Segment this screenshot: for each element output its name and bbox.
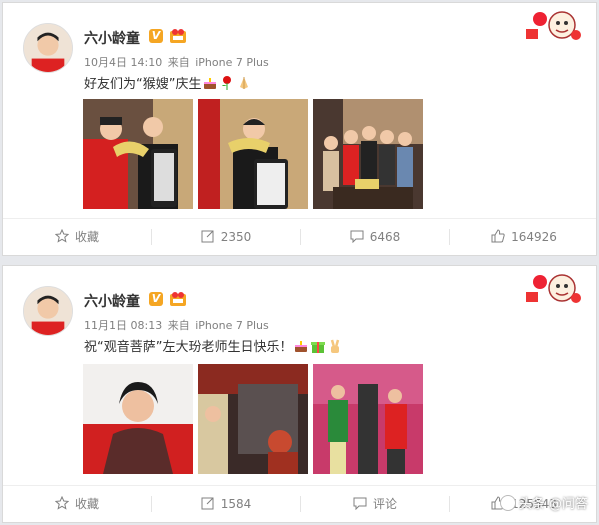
source-prefix: 来自 [167,319,190,332]
toutiao-logo-icon [499,495,516,511]
favorite-label: 收藏 [74,230,99,244]
repost-icon [201,230,214,243]
prayer-hands-icon [240,77,249,89]
repost-button[interactable]: 2350 [152,219,300,255]
repost-button[interactable]: 1584 [152,486,300,522]
post-date[interactable]: 10月4日 14:10 [84,56,162,69]
post-text: 祝“观音菩萨”左大玢老师生日快乐！ [84,336,343,355]
comment-count: 6468 [369,230,401,244]
rose-icon [222,76,232,90]
repost-count: 2350 [220,230,252,244]
repost-icon [201,497,214,510]
source-device[interactable]: iPhone 7 Plus [195,56,269,69]
comment-button[interactable]: 评论 [301,486,449,522]
verified-badge-icon: V [149,292,163,306]
favorite-button[interactable]: 收藏 [3,486,151,522]
source-device[interactable]: iPhone 7 Plus [195,319,269,332]
thumbs-up-icon [491,229,505,243]
comment-icon [350,230,364,244]
post-text-content: 祝“观音菩萨”左大玢老师生日快乐！ [84,340,293,355]
member-badge-icon[interactable] [169,28,187,44]
post-photo[interactable] [313,364,423,474]
post-text: 好友们为“猴嫂”庆生 [84,73,252,92]
star-icon [54,495,70,510]
comment-label: 评论 [372,497,397,511]
post-meta: 11月1日 08:13 来自 iPhone 7 Plus [84,317,271,333]
watermark: 头条 @问答 [499,493,588,512]
watermark-text: 头条 @问答 [518,497,588,512]
author-name[interactable]: 六小龄童 [84,291,140,311]
star-icon [54,228,70,243]
post-photo[interactable] [313,99,423,209]
post-photo[interactable] [83,99,193,209]
author-name[interactable]: 六小龄童 [84,28,140,48]
post-date[interactable]: 11月1日 08:13 [84,319,162,332]
victory-hand-icon [331,339,340,353]
action-bar: 收藏 2350 6468 164926 [3,218,596,255]
member-badge-icon[interactable] [169,291,187,307]
repost-count: 1584 [220,497,252,511]
verified-badge-icon: V [149,29,163,43]
favorite-label: 收藏 [74,497,99,511]
avatar[interactable] [23,23,73,73]
favorite-button[interactable]: 收藏 [3,219,151,255]
avatar[interactable] [23,286,73,336]
like-button[interactable]: 164926 [450,219,598,255]
gift-icon [311,342,326,353]
weibo-post-card: 六小龄童 V 11月1日 08:13 来自 iPhone 7 Plus 祝“观音… [2,265,597,523]
post-photo[interactable] [83,364,193,474]
cake-icon [204,78,217,89]
monkey-decoration-icon [526,11,581,40]
cake-icon [295,341,308,352]
post-photo[interactable] [198,99,308,209]
source-prefix: 来自 [167,56,190,69]
like-count: 164926 [511,230,557,244]
comment-icon [353,497,367,511]
monkey-decoration-icon [526,274,581,303]
weibo-post-card: 六小龄童 V 10月4日 14:10 来自 iPhone 7 Plus 好友们为… [2,2,597,256]
post-meta: 10月4日 14:10 来自 iPhone 7 Plus [84,54,271,70]
post-text-content: 好友们为“猴嫂”庆生 [84,77,202,92]
post-photo[interactable] [198,364,308,474]
comment-button[interactable]: 6468 [301,219,449,255]
